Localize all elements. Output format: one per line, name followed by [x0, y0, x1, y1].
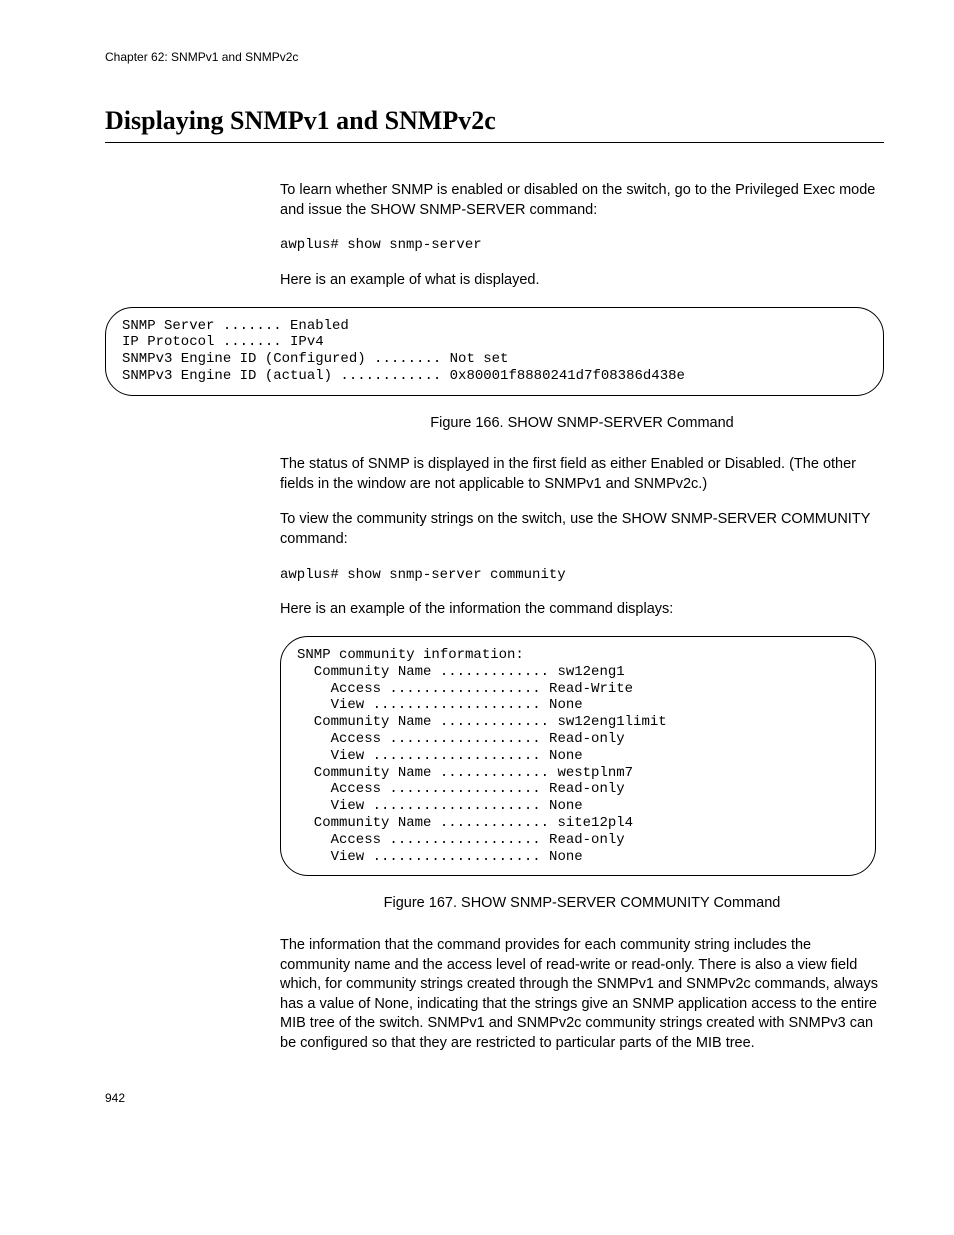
body-block-1: To learn whether SNMP is enabled or disa…	[280, 181, 884, 291]
paragraph: To view the community strings on the swi…	[280, 510, 884, 549]
command-line: awplus# show snmp-server	[280, 236, 884, 255]
body-block-2: Figure 166. SHOW SNMP-SERVER Command The…	[280, 414, 884, 620]
paragraph: The information that the command provide…	[280, 936, 884, 1053]
paragraph: To learn whether SNMP is enabled or disa…	[280, 181, 884, 220]
section-title: Displaying SNMPv1 and SNMPv2c	[105, 106, 884, 143]
page-number: 942	[105, 1091, 884, 1105]
paragraph: Here is an example of the information th…	[280, 600, 884, 620]
figure-caption: Figure 166. SHOW SNMP-SERVER Command	[280, 414, 884, 434]
chapter-header: Chapter 62: SNMPv1 and SNMPv2c	[105, 50, 884, 64]
figure-caption: Figure 167. SHOW SNMP-SERVER COMMUNITY C…	[280, 894, 884, 914]
paragraph: Here is an example of what is displayed.	[280, 271, 884, 291]
figure-box-snmp-server: SNMP Server ....... Enabled IP Protocol …	[105, 307, 884, 396]
body-block-3: Figure 167. SHOW SNMP-SERVER COMMUNITY C…	[280, 894, 884, 1053]
figure-box-snmp-community: SNMP community information: Community Na…	[280, 636, 876, 876]
command-line: awplus# show snmp-server community	[280, 566, 884, 585]
page-container: Chapter 62: SNMPv1 and SNMPv2c Displayin…	[0, 0, 954, 1145]
paragraph: The status of SNMP is displayed in the f…	[280, 455, 884, 494]
